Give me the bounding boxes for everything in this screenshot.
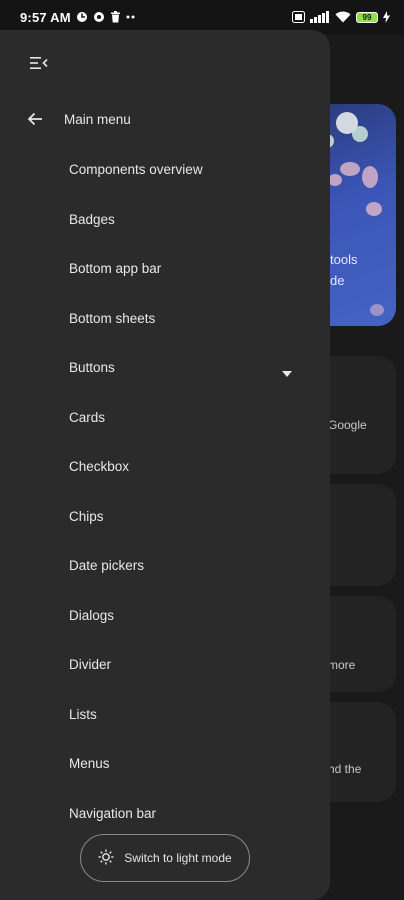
hero-text-line1: tools xyxy=(330,252,358,267)
expand-more-icon[interactable] xyxy=(282,365,292,377)
charging-icon xyxy=(383,11,390,23)
menu-item-date-pickers[interactable]: Date pickers xyxy=(0,541,330,591)
nfc-icon xyxy=(292,11,305,23)
card-text: Google xyxy=(328,418,367,432)
arrow-back-icon[interactable] xyxy=(26,110,44,128)
trash-icon xyxy=(110,11,121,23)
menu-item-buttons[interactable]: Buttons xyxy=(0,343,330,393)
signal-icon xyxy=(310,11,330,23)
settings-icon xyxy=(93,11,105,23)
main-menu-label: Main menu xyxy=(64,111,131,127)
status-time: 9:57 AM xyxy=(20,9,71,25)
menu-item-badges[interactable]: Badges xyxy=(0,195,330,245)
menu-item-dialogs[interactable]: Dialogs xyxy=(0,591,330,641)
menu-item-menus[interactable]: Menus xyxy=(0,739,330,789)
menu-item-checkbox[interactable]: Checkbox xyxy=(0,442,330,492)
more-icon xyxy=(126,15,138,19)
status-bar: 9:57 AM 99 xyxy=(0,0,404,34)
sun-icon xyxy=(98,849,114,868)
menu-item-bottom-app-bar[interactable]: Bottom app bar xyxy=(0,244,330,294)
navigation-drawer: Main menu Components overview Badges Bot… xyxy=(0,30,330,900)
menu-item-components-overview[interactable]: Components overview xyxy=(0,145,330,195)
menu-open-icon[interactable] xyxy=(30,56,48,70)
menu-item-cards[interactable]: Cards xyxy=(0,393,330,443)
hero-text-line2: de xyxy=(330,273,345,288)
clock-icon xyxy=(76,11,88,23)
menu-item-divider[interactable]: Divider xyxy=(0,640,330,690)
switch-theme-label: Switch to light mode xyxy=(124,851,232,865)
menu-item-lists[interactable]: Lists xyxy=(0,690,330,740)
menu-list: Components overview Badges Bottom app ba… xyxy=(0,145,330,838)
switch-theme-button[interactable]: Switch to light mode xyxy=(80,834,250,882)
card-text: more xyxy=(328,658,356,672)
back-to-main-menu[interactable]: Main menu xyxy=(26,110,131,128)
menu-item-chips[interactable]: Chips xyxy=(0,492,330,542)
battery-icon: 99 xyxy=(356,11,378,23)
menu-item-bottom-sheets[interactable]: Bottom sheets xyxy=(0,294,330,344)
card-text: nd the xyxy=(328,762,362,776)
menu-item-navigation-bar[interactable]: Navigation bar xyxy=(0,789,330,839)
wifi-icon xyxy=(335,11,351,23)
